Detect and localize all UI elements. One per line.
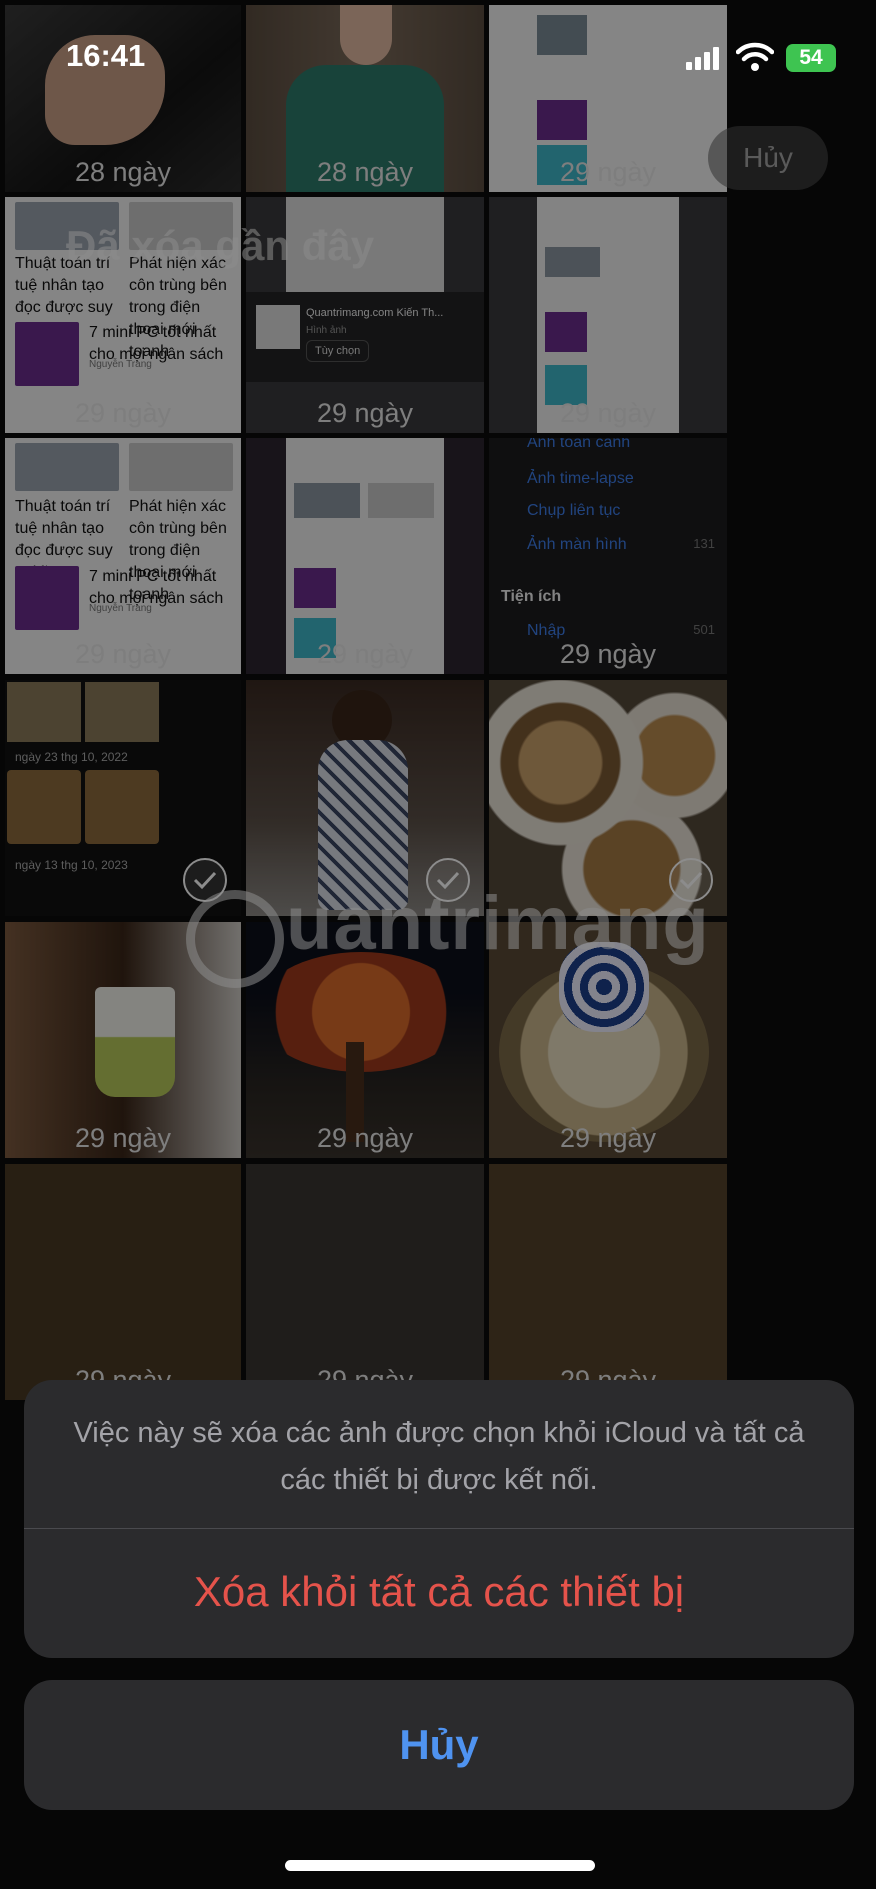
cellular-signal-icon xyxy=(686,47,719,70)
action-sheet-message: Việc này sẽ xóa các ảnh được chọn khỏi i… xyxy=(73,1417,805,1496)
home-indicator[interactable] xyxy=(285,1860,595,1871)
clock: 16:41 xyxy=(66,38,146,73)
delete-from-all-devices-button[interactable]: Xóa khỏi tất cả các thiết bị xyxy=(24,1529,854,1658)
cancel-button[interactable]: Hủy xyxy=(24,1680,854,1810)
wifi-icon xyxy=(736,42,774,71)
battery-indicator: 54 xyxy=(786,44,836,72)
action-sheet: Việc này sẽ xóa các ảnh được chọn khỏi i… xyxy=(24,1380,854,1658)
photos-screen: 28 ngày 28 ngày 29 ngày Thuật toán trí t… xyxy=(0,0,876,1889)
status-bar: 16:41 54 xyxy=(0,0,876,110)
